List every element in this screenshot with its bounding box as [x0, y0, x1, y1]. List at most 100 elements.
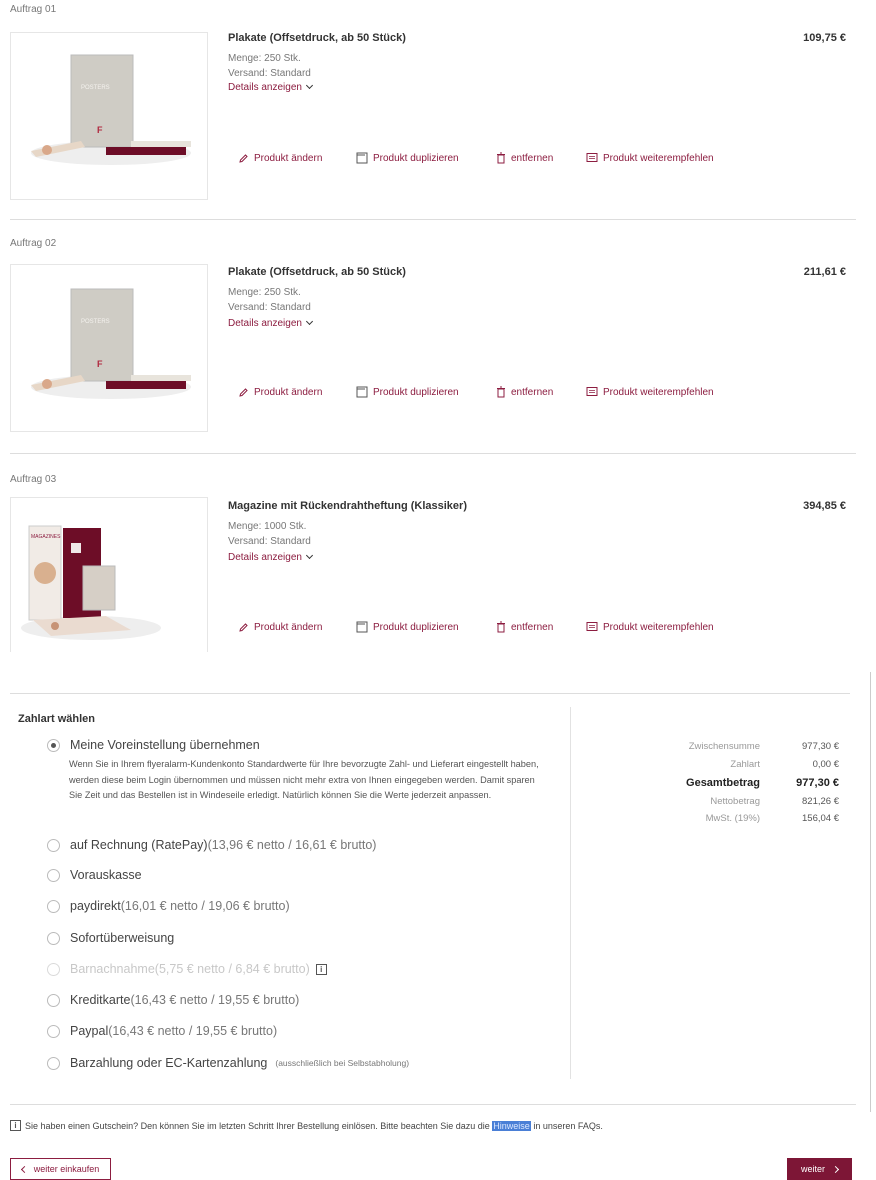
- payment-fee-value: 0,00 €: [812, 759, 839, 770]
- edit-product-label: Produkt ändern: [254, 386, 323, 398]
- svg-text:MAGAZINES: MAGAZINES: [31, 534, 61, 540]
- payment-option-fee: (16,01 € netto / 19,06 € brutto): [120, 899, 290, 913]
- message-icon: [586, 386, 598, 398]
- duplicate-icon: [356, 152, 368, 164]
- product-quantity: Menge: 250 Stk.: [228, 287, 301, 298]
- vat-label: MwSt. (19%): [705, 813, 760, 824]
- continue-shopping-label: weiter einkaufen: [33, 1164, 100, 1174]
- trash-icon: [496, 386, 506, 398]
- payment-option-label: Kreditkarte: [70, 993, 131, 1007]
- edit-product-button[interactable]: Produkt ändern: [238, 622, 356, 633]
- message-icon: [586, 621, 598, 633]
- product-quantity: Menge: 1000 Stk.: [228, 521, 307, 532]
- svg-text:F: F: [97, 359, 103, 369]
- summary-payment-fee: Zahlart 0,00 €: [590, 759, 850, 773]
- payment-title: Zahlart wählen: [18, 713, 96, 725]
- divider: [10, 693, 850, 694]
- edit-product-button[interactable]: Produkt ändern: [238, 387, 356, 398]
- net-value: 821,26 €: [802, 796, 839, 807]
- radio[interactable]: [47, 838, 60, 852]
- remove-product-button[interactable]: entfernen: [496, 621, 586, 633]
- payment-option-creditcard[interactable]: Kreditkarte (16,43 € netto / 19,55 € bru…: [47, 993, 299, 1007]
- payment-fee-label: Zahlart: [730, 759, 760, 770]
- divider: [10, 219, 856, 220]
- payment-option-label: Barnachnahme: [70, 962, 155, 976]
- payment-option-paypal[interactable]: Paypal (16,43 € netto / 19,55 € brutto): [47, 1024, 277, 1038]
- order-label: Auftrag 01: [10, 4, 57, 15]
- duplicate-icon: [356, 621, 368, 633]
- recommend-product-button[interactable]: Produkt weiterempfehlen: [586, 621, 714, 633]
- faq-hint-link[interactable]: Hinweise: [492, 1120, 531, 1131]
- details-toggle[interactable]: Details anzeigen: [228, 81, 313, 93]
- product-title: Plakate (Offsetdruck, ab 50 Stück): [228, 32, 406, 44]
- edit-product-button[interactable]: Produkt ändern: [238, 153, 356, 164]
- summary-net: Nettobetrag 821,26 €: [590, 796, 850, 810]
- recommend-product-label: Produkt weiterempfehlen: [603, 386, 714, 398]
- details-label: Details anzeigen: [228, 552, 302, 563]
- radio[interactable]: [47, 1024, 60, 1038]
- net-label: Nettobetrag: [710, 796, 760, 807]
- radio[interactable]: [47, 899, 60, 913]
- order-price: 394,85 €: [803, 500, 846, 512]
- radio[interactable]: [47, 1056, 60, 1070]
- details-label: Details anzeigen: [228, 318, 302, 329]
- summary-subtotal: Zwischensumme 977,30 €: [590, 741, 850, 755]
- duplicate-product-label: Produkt duplizieren: [373, 386, 459, 398]
- details-toggle[interactable]: Details anzeigen: [228, 551, 313, 563]
- duplicate-product-button[interactable]: Produkt duplizieren: [356, 621, 496, 633]
- order-actions: Produkt ändern Produkt duplizieren entfe…: [238, 621, 714, 633]
- voucher-text-end: in unseren FAQs.: [530, 1120, 603, 1131]
- radio-checked[interactable]: [47, 738, 60, 752]
- voucher-text: Sie haben einen Gutschein? Den können Si…: [25, 1120, 493, 1131]
- order-label: Auftrag 03: [10, 474, 57, 485]
- divider: [10, 1104, 856, 1105]
- subtotal-label: Zwischensumme: [688, 741, 760, 752]
- order-price: 109,75 €: [803, 32, 846, 44]
- product-title: Magazine mit Rückendrahtheftung (Klassik…: [228, 500, 467, 512]
- payment-option-ratepay[interactable]: auf Rechnung (RatePay) (13,96 € netto / …: [47, 838, 376, 852]
- info-icon[interactable]: i: [315, 963, 327, 975]
- product-title: Plakate (Offsetdruck, ab 50 Stück): [228, 266, 406, 278]
- product-shipping: Versand: Standard: [228, 68, 311, 79]
- radio[interactable]: [47, 931, 60, 945]
- payment-option-label: auf Rechnung (RatePay): [70, 838, 208, 852]
- payment-option-label: Sofortüberweisung: [70, 931, 175, 945]
- payment-option-label: Meine Voreinstellung übernehmen: [70, 738, 260, 752]
- product-quantity: Menge: 250 Stk.: [228, 53, 301, 64]
- order-actions: Produkt ändern Produkt duplizieren entfe…: [238, 386, 714, 398]
- payment-option-cash[interactable]: Barzahlung oder EC-Kartenzahlung (aussch…: [47, 1056, 409, 1070]
- order-price: 211,61 €: [803, 266, 846, 278]
- next-button[interactable]: weiter: [787, 1158, 852, 1180]
- radio[interactable]: [47, 868, 60, 882]
- svg-text:POSTERS: POSTERS: [81, 85, 110, 91]
- payment-option-paydirekt[interactable]: paydirekt (16,01 € netto / 19,06 € brutt…: [47, 899, 290, 913]
- trash-icon: [496, 621, 506, 633]
- next-label: weiter: [800, 1164, 825, 1174]
- pencil-icon: [238, 387, 249, 398]
- product-image[interactable]: MAGAZINES: [10, 497, 208, 652]
- remove-product-button[interactable]: entfernen: [496, 152, 586, 164]
- payment-option-note: (ausschließlich bei Selbstabholung): [275, 1058, 410, 1068]
- summary-total: Gesamtbetrag 977,30 €: [590, 777, 850, 791]
- product-image[interactable]: POSTERS F: [10, 32, 208, 200]
- details-toggle[interactable]: Details anzeigen: [228, 317, 313, 329]
- duplicate-product-button[interactable]: Produkt duplizieren: [356, 386, 496, 398]
- column-divider: [570, 707, 571, 1079]
- recommend-product-label: Produkt weiterempfehlen: [603, 152, 714, 164]
- radio[interactable]: [47, 993, 60, 1007]
- product-shipping: Versand: Standard: [228, 302, 311, 313]
- continue-shopping-button[interactable]: weiter einkaufen: [10, 1158, 111, 1180]
- magazine-illustration: MAGAZINES: [21, 525, 161, 640]
- product-image[interactable]: POSTERS F: [10, 264, 208, 432]
- payment-option-sofort[interactable]: Sofortüberweisung: [47, 931, 174, 945]
- remove-product-button[interactable]: entfernen: [496, 386, 586, 398]
- remove-product-label: entfernen: [511, 621, 554, 633]
- recommend-product-button[interactable]: Produkt weiterempfehlen: [586, 152, 714, 164]
- info-icon: i: [10, 1120, 21, 1131]
- recommend-product-button[interactable]: Produkt weiterempfehlen: [586, 386, 714, 398]
- duplicate-icon: [356, 386, 368, 398]
- payment-option-default[interactable]: Meine Voreinstellung übernehmen: [47, 738, 260, 752]
- payment-option-prepayment[interactable]: Vorauskasse: [47, 868, 142, 882]
- pencil-icon: [238, 622, 249, 633]
- duplicate-product-button[interactable]: Produkt duplizieren: [356, 152, 496, 164]
